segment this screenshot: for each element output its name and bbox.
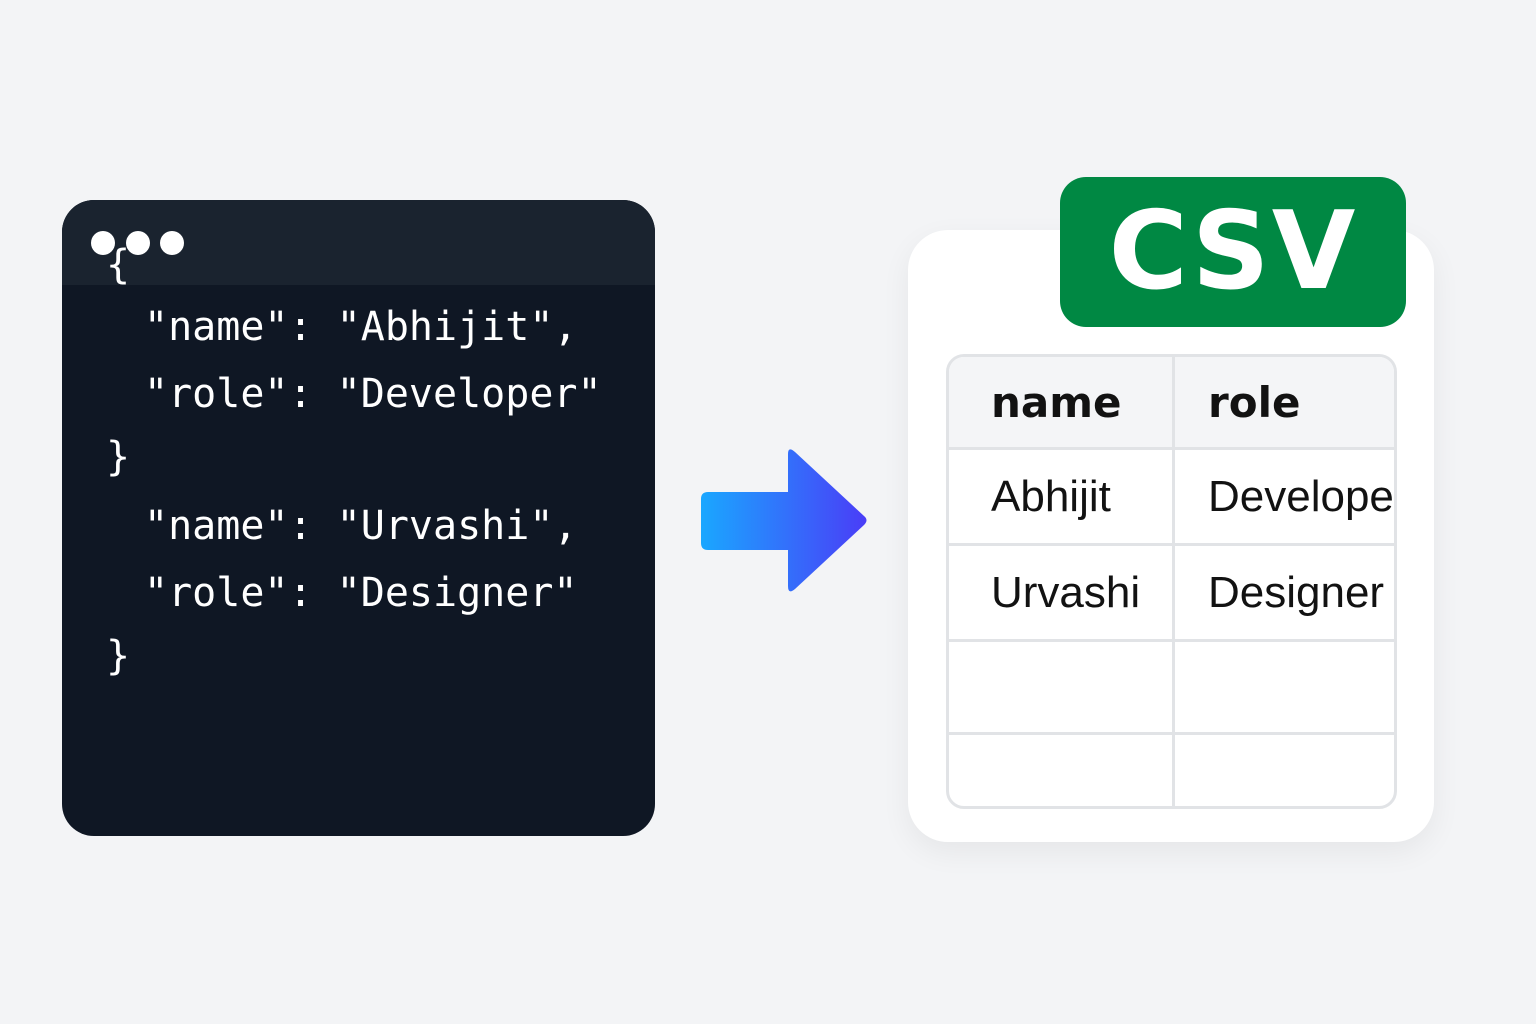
code-line: "name": "Abhijit", <box>144 304 578 350</box>
code-line: } <box>106 434 131 480</box>
table-cell <box>1175 735 1394 806</box>
csv-badge-label: CSV <box>1108 189 1358 314</box>
table-header-cell: name <box>949 357 1175 447</box>
code-line: "name": "Urvashi", <box>144 503 578 549</box>
table-row: Abhijit Developer <box>949 447 1394 543</box>
code-line: "role": "Developer" <box>144 371 602 417</box>
code-line: } <box>106 633 131 679</box>
csv-table: name role Abhijit Developer Urvashi Desi… <box>946 354 1397 809</box>
table-row: Urvashi Designer <box>949 543 1394 639</box>
table-cell: Designer <box>1208 567 1385 617</box>
diagram-canvas: { "name": "Abhijit", "role": "Developer"… <box>0 0 1536 1024</box>
window-titlebar <box>62 200 655 285</box>
table-cell <box>949 642 1175 732</box>
arrow-right-icon <box>701 449 867 592</box>
table-row <box>949 732 1394 806</box>
code-line: { <box>106 242 131 288</box>
table-header-row: name role <box>949 357 1394 447</box>
code-line: "role": "Designer" <box>144 570 578 616</box>
table-cell <box>949 735 1175 806</box>
table-row <box>949 639 1394 732</box>
table-header-cell: role <box>1208 377 1301 427</box>
table-cell: Developer <box>1208 471 1394 521</box>
csv-badge: CSV <box>1060 177 1406 327</box>
window-dot-icon <box>160 231 184 255</box>
table-cell: Abhijit <box>949 450 1175 543</box>
table-cell <box>1175 642 1394 732</box>
table-cell: Urvashi <box>949 546 1175 639</box>
